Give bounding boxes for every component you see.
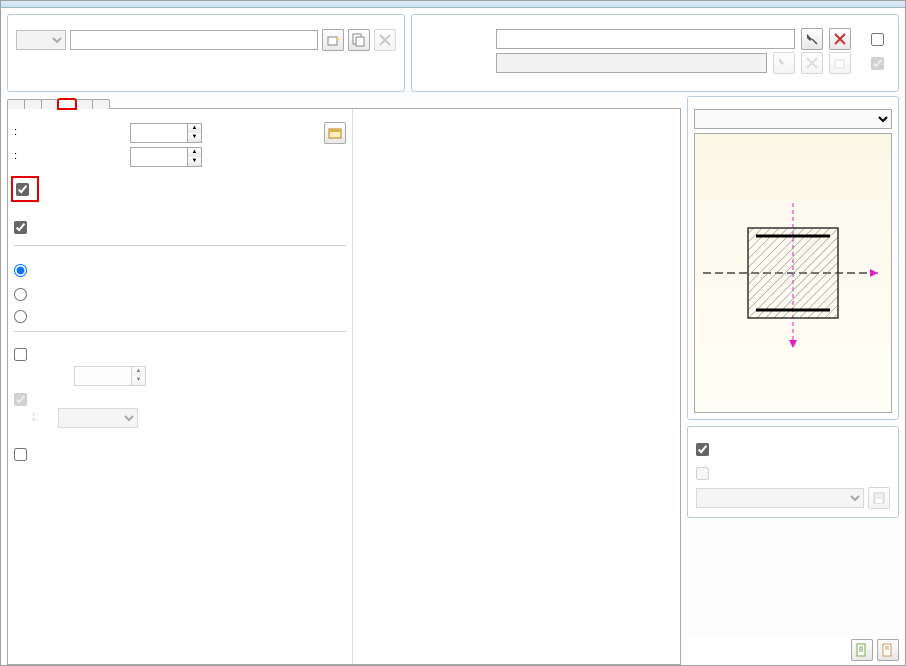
group-einstellungen (687, 426, 899, 518)
tab-right-pane (352, 109, 680, 664)
alle-staebe-checkbox[interactable] (871, 33, 884, 46)
copy-icon[interactable] (348, 29, 370, 51)
library-icon[interactable] (324, 122, 346, 144)
group-angewendet (411, 14, 899, 92)
delete-staebe-icon[interactable] (829, 28, 851, 50)
staebe-input[interactable] (496, 29, 795, 49)
main-window: : ▲▼ : ▲▼ (0, 0, 906, 666)
report-icon[interactable] (851, 639, 873, 661)
querschnitt-select[interactable] (694, 109, 892, 129)
radio-vorhanden[interactable] (14, 288, 27, 301)
ds-select (58, 408, 138, 428)
pick-sets-icon (773, 52, 795, 74)
alle-sets-checkbox (871, 57, 884, 70)
pick-icon[interactable] (801, 28, 823, 50)
min-unten-spinner[interactable]: ▲▼ (130, 147, 202, 167)
delete-sets-icon (801, 52, 823, 74)
group-bewehrungssatz (7, 14, 405, 92)
footer-buttons (687, 635, 899, 665)
bez-input[interactable] (70, 30, 318, 50)
min-unten-label: : (14, 150, 124, 164)
chk-eckbewehrung[interactable] (14, 448, 27, 461)
nr-select[interactable] (16, 30, 66, 50)
chk-vorschlag[interactable] (696, 443, 709, 456)
group-querschnitt (687, 96, 899, 420)
tab-buegel[interactable] (24, 99, 42, 109)
chk-gespeichert (696, 467, 709, 480)
chk-max-abstand[interactable] (14, 348, 27, 361)
tabs (7, 98, 681, 109)
save-template-icon (868, 487, 890, 509)
tab-laengsbewehrung[interactable] (7, 99, 25, 109)
tab-bewehrungsanordnung[interactable] (41, 99, 59, 109)
cross-section-preview (694, 133, 892, 413)
chk-mindestlaengs-row (14, 179, 36, 199)
ds-label: : (32, 411, 52, 425)
gespeichert-select (696, 488, 864, 508)
radio-auto[interactable] (14, 310, 27, 323)
tab-schubfuge[interactable] (75, 99, 93, 109)
chk-ident-durchmesser (14, 393, 27, 406)
stabsaetze-input (496, 53, 767, 73)
delete-icon (374, 29, 396, 51)
min-oben-label: : (14, 126, 124, 140)
min-oben-spinner[interactable]: ▲▼ (130, 123, 202, 143)
report2-icon[interactable] (877, 639, 899, 661)
cross-section-svg (698, 173, 888, 373)
tab-din[interactable] (92, 99, 110, 109)
new-sets-icon (829, 52, 851, 74)
titlebar (1, 1, 905, 8)
chk-mindestschub[interactable] (14, 221, 27, 234)
radio-erforderlich[interactable] (14, 264, 27, 277)
tab-mindestbewehrung[interactable] (58, 99, 76, 109)
new-icon[interactable] (322, 29, 344, 51)
tab-body: : ▲▼ : ▲▼ (7, 109, 681, 665)
max-abstand-spinner: ▲▼ (74, 366, 146, 386)
chk-mindestlaengs[interactable] (16, 183, 29, 196)
